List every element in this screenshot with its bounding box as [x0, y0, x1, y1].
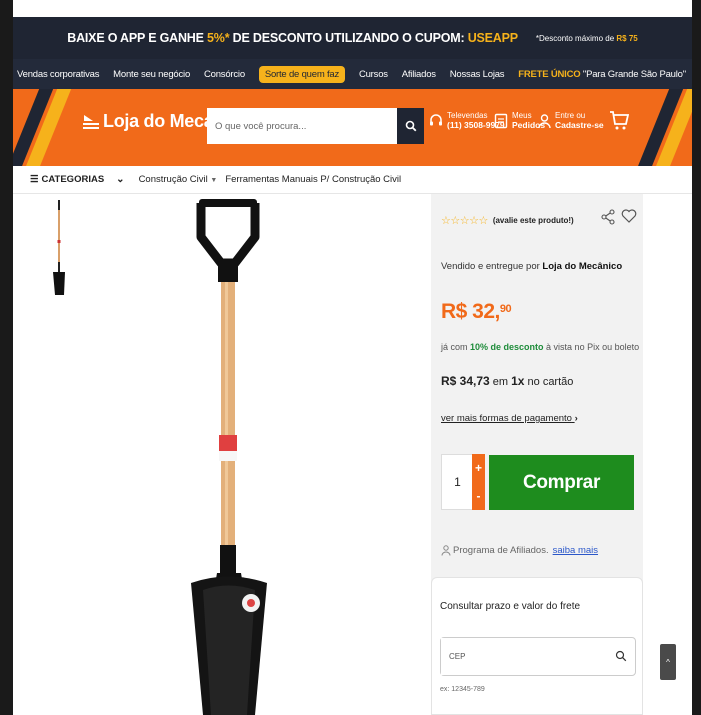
- caret-down-icon: ▼: [210, 177, 218, 184]
- pedidos-label: Meus: [512, 111, 532, 120]
- search-button[interactable]: [397, 108, 424, 144]
- rating-link: (avalie este produto!): [492, 216, 574, 225]
- shipping-title: Consultar prazo e valor do frete: [440, 601, 581, 612]
- product-thumbnail[interactable]: [49, 200, 69, 300]
- cep-hint: ex: 12345-789: [440, 686, 485, 693]
- nav-frete-unico[interactable]: FRETE ÚNICO "Para Grande São Paulo": [518, 69, 686, 80]
- user-icon: [441, 545, 451, 556]
- nav-sorte-de-quem-faz[interactable]: Sorte de quem faz: [258, 65, 346, 83]
- headset-icon: [429, 113, 443, 129]
- categories-label: CATEGORIAS: [41, 174, 105, 185]
- product-price: R$ 32,90: [441, 300, 512, 323]
- card-price: R$ 34,73 em 1x no cartão: [441, 374, 574, 388]
- seller-info: Vendido e entregue por Loja do Mecânico: [441, 261, 623, 272]
- rating-row[interactable]: ☆☆☆☆☆ (avalie este produto!): [441, 214, 574, 227]
- nav-consorcio[interactable]: Consórcio: [204, 69, 245, 80]
- quantity-increase-button[interactable]: +: [475, 461, 482, 475]
- search-box: [207, 108, 424, 144]
- rating-stars-icon: ☆☆☆☆☆: [441, 215, 488, 227]
- nav-monte-seu-negocio[interactable]: Monte seu negócio: [113, 69, 190, 80]
- chevron-down-icon: ⌄: [116, 174, 125, 185]
- login-text: Cadastre-se: [555, 119, 604, 130]
- cart-icon: [609, 109, 630, 133]
- cart-button[interactable]: [609, 109, 630, 133]
- site-header: Loja do Mecanico Televendas(11) 3508-997…: [13, 89, 692, 166]
- affiliate-saiba-mais-link[interactable]: saiba mais: [553, 545, 598, 556]
- shipping-calculator: Consultar prazo e valor do frete ex: 123…: [431, 577, 643, 715]
- nav-afiliados[interactable]: Afiliados: [402, 69, 436, 80]
- screen-border-right: [692, 0, 701, 715]
- chevron-up-icon: ^: [666, 657, 670, 667]
- quantity-decrease-button[interactable]: -: [477, 489, 481, 503]
- buy-button[interactable]: Comprar: [489, 455, 634, 510]
- nav-vendas-corporativas[interactable]: Vendas corporativas: [17, 69, 99, 80]
- search-icon: [405, 120, 416, 132]
- nav-nossas-lojas[interactable]: Nossas Lojas: [450, 69, 505, 80]
- breadcrumb-construcao-civil[interactable]: Construção Civil ▼: [139, 174, 218, 185]
- screen-border-left: [0, 0, 13, 715]
- menu-icon: ☰: [30, 174, 39, 185]
- pix-discount: já com 10% de desconto à vista no Pix ou…: [441, 342, 640, 352]
- orders-icon: [494, 113, 508, 129]
- breadcrumb-ferramentas[interactable]: Ferramentas Manuais P/ Construção Civil: [225, 174, 401, 185]
- favorite-heart-icon[interactable]: [621, 208, 637, 224]
- more-payment-link[interactable]: ver mais formas de pagamento ›: [441, 413, 578, 424]
- search-input[interactable]: [207, 108, 424, 144]
- top-nav: Vendas corporativas Monte seu negócio Co…: [13, 59, 692, 89]
- quantity-value[interactable]: 1: [442, 475, 473, 489]
- search-icon[interactable]: [615, 650, 627, 662]
- user-icon: [538, 113, 551, 129]
- cep-field: [440, 637, 636, 676]
- affiliate-program: Programa de Afiliados. saiba mais: [441, 545, 598, 556]
- page: BAIXE O APP E GANHE 5%* DE DESCONTO UTIL…: [13, 0, 692, 715]
- promo-text: BAIXE O APP E GANHE 5%* DE DESCONTO UTIL…: [67, 31, 518, 45]
- quantity-stepper: 1 + -: [441, 454, 485, 510]
- cep-input[interactable]: [441, 638, 601, 675]
- share-icon[interactable]: [601, 209, 615, 225]
- logo-mark-icon: [83, 114, 99, 129]
- product-image[interactable]: [163, 195, 333, 715]
- scroll-to-top-button[interactable]: ^: [660, 644, 676, 680]
- breadcrumb: ☰ CATEGORIAS ⌄ Construção Civil ▼ Ferram…: [13, 166, 692, 194]
- promo-note: *Desconto máximo de R$ 75: [535, 33, 638, 43]
- televendas-label: Televendas: [447, 111, 488, 120]
- login-label: Entre ou: [555, 111, 586, 120]
- login-link[interactable]: Entre ou Cadastre-se: [538, 111, 604, 130]
- categories-menu[interactable]: ☰ CATEGORIAS ⌄: [30, 174, 125, 185]
- affiliate-label: Programa de Afiliados.: [453, 545, 549, 556]
- promo-bar[interactable]: BAIXE O APP E GANHE 5%* DE DESCONTO UTIL…: [13, 17, 692, 59]
- nav-cursos[interactable]: Cursos: [359, 69, 388, 80]
